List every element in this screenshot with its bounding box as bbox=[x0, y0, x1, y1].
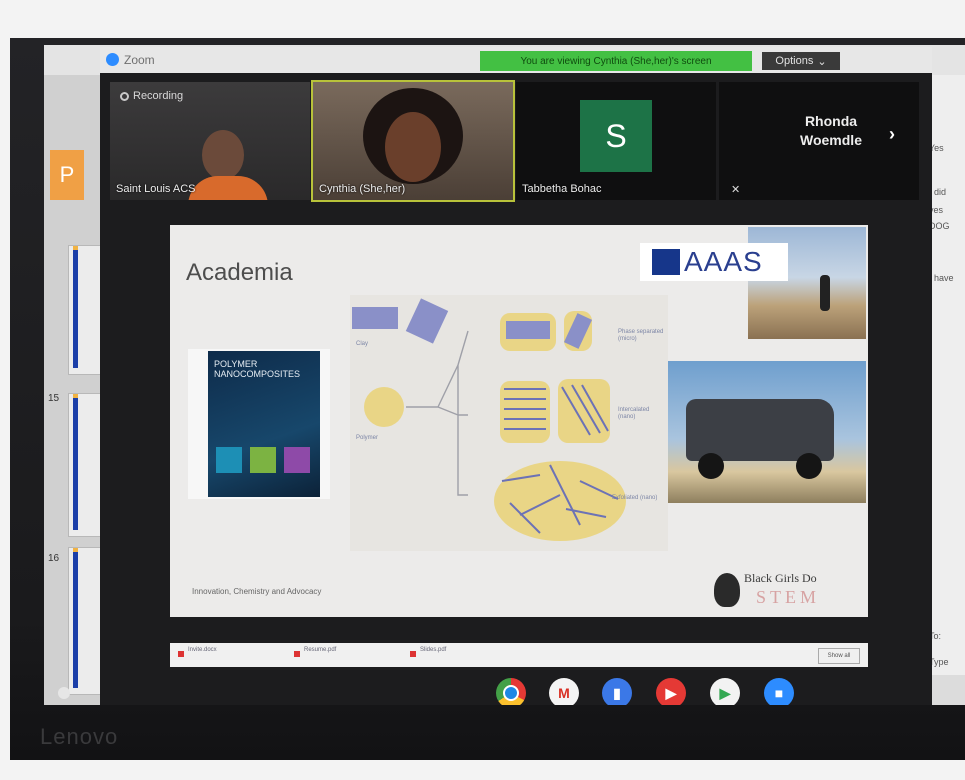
options-label: Options bbox=[775, 55, 814, 67]
laptop-brand: Lenovo bbox=[40, 724, 119, 749]
chrome-icon[interactable] bbox=[496, 678, 526, 705]
person-figure bbox=[820, 275, 830, 311]
download-filename: Slides.pdf bbox=[420, 647, 447, 653]
participant-video bbox=[202, 130, 244, 180]
truck-wheel bbox=[698, 453, 724, 479]
participant-name: Tabbetha Bohac bbox=[522, 183, 602, 195]
diagram-label: Phase separated (micro) bbox=[618, 329, 664, 342]
download-item[interactable]: Invite.docx bbox=[176, 647, 286, 663]
play-store-icon[interactable]: ▶ bbox=[710, 678, 740, 705]
diagram-label: Polymer bbox=[356, 435, 379, 441]
participant-name: Rhonda Woemdle bbox=[800, 113, 862, 148]
truck-photo bbox=[668, 361, 866, 503]
chat-message: I have bbox=[929, 273, 954, 283]
participant-tile[interactable]: Rhonda Woemdle › ✕ bbox=[719, 82, 919, 200]
cover-tile bbox=[250, 447, 276, 473]
photo-frame: P 15 16 Yes I did yes DOG I have To: Typ… bbox=[10, 38, 965, 760]
diagram-label: Exfoliated (nano) bbox=[612, 495, 658, 501]
zoom-window: Zoom You are viewing Cynthia (She,her)'s… bbox=[100, 47, 932, 705]
participant-tile[interactable]: S Tabbetha Bohac bbox=[516, 82, 716, 200]
book-image: POLYMER NANOCOMPOSITES bbox=[188, 349, 330, 499]
zoom-logo-icon bbox=[106, 53, 119, 66]
downloads-bar: Invite.docx Resume.pdf Slides.pdf Show a… bbox=[170, 643, 868, 667]
cover-tile bbox=[216, 447, 242, 473]
bgds-logo-text: STEM bbox=[756, 587, 821, 607]
slide-number: 16 bbox=[48, 553, 60, 564]
recording-label: Recording bbox=[133, 90, 184, 102]
download-filename: Resume.pdf bbox=[304, 647, 337, 653]
black-girls-do-stem-logo: Black Girls Do STEM bbox=[710, 565, 860, 613]
download-item[interactable]: Resume.pdf bbox=[292, 647, 402, 663]
chat-message: DOG bbox=[929, 221, 950, 231]
participant-tile-active-speaker[interactable]: Cynthia (She,her) bbox=[311, 80, 515, 202]
slide-thumbnail-rail: P 15 16 bbox=[44, 75, 110, 705]
view-options-button[interactable]: Options ⌄ bbox=[762, 52, 840, 70]
mic-muted-icon: ✕ bbox=[731, 184, 741, 196]
pdf-file-icon bbox=[410, 651, 416, 657]
zoom-icon[interactable]: ■ bbox=[764, 678, 794, 705]
slide-footer: Innovation, Chemistry and Advocacy bbox=[192, 587, 322, 596]
show-all-button[interactable]: Show all bbox=[818, 648, 860, 664]
book-title: POLYMER NANOCOMPOSITES bbox=[214, 359, 301, 379]
aaas-logo-text: AAAS bbox=[684, 246, 763, 277]
aaas-mark-icon bbox=[652, 249, 680, 275]
bgds-silhouette-icon bbox=[714, 573, 740, 607]
screen-share-banner: You are viewing Cynthia (She,her)'s scre… bbox=[480, 51, 752, 71]
record-icon bbox=[120, 91, 129, 101]
truck-wheel bbox=[796, 453, 822, 479]
cover-tile bbox=[284, 447, 310, 473]
download-filename: Invite.docx bbox=[188, 647, 217, 653]
laptop-screen: P 15 16 Yes I did yes DOG I have To: Typ… bbox=[44, 45, 965, 705]
pdf-file-icon bbox=[178, 651, 184, 657]
app-badge: P bbox=[50, 150, 84, 200]
pdf-file-icon bbox=[294, 651, 300, 657]
slide-title: Academia bbox=[186, 259, 293, 286]
recording-indicator: Recording bbox=[120, 90, 183, 102]
gmail-icon[interactable]: M bbox=[549, 678, 579, 705]
os-shelf: M ▮ ▶ ▶ ■ bbox=[44, 678, 965, 705]
participant-video bbox=[188, 176, 268, 200]
diagram-label: Clay bbox=[356, 341, 369, 347]
aaas-logo: AAAS bbox=[640, 243, 788, 281]
download-item[interactable]: Slides.pdf bbox=[408, 647, 518, 663]
chevron-down-icon: ⌄ bbox=[817, 55, 827, 68]
zoom-titlebar: Zoom You are viewing Cynthia (She,her)'s… bbox=[100, 47, 932, 73]
docs-icon[interactable]: ▮ bbox=[602, 678, 632, 705]
truck-body bbox=[686, 399, 834, 461]
bgds-logo-text: Black Girls Do bbox=[744, 571, 817, 585]
youtube-icon[interactable]: ▶ bbox=[656, 678, 686, 705]
participant-name: Saint Louis ACS bbox=[116, 183, 196, 195]
book-cover: POLYMER NANOCOMPOSITES bbox=[208, 351, 320, 497]
window-title: Zoom bbox=[124, 53, 155, 67]
participant-video bbox=[385, 112, 441, 182]
launcher-button[interactable] bbox=[58, 687, 70, 699]
chevron-right-icon[interactable]: › bbox=[889, 124, 895, 145]
avatar: S bbox=[580, 100, 652, 172]
nanocomposite-diagram: Phase separated (micro) Intercalated (na… bbox=[350, 295, 668, 551]
slide-number: 15 bbox=[48, 393, 60, 404]
diagram-label: Intercalated (nano) bbox=[618, 407, 650, 420]
participant-name: Cynthia (She,her) bbox=[319, 183, 406, 195]
participant-tile[interactable]: Recording Saint Louis ACS bbox=[110, 82, 310, 200]
shared-slide: Academia AAAS POLYMER NANOCOMPOSITES Pha… bbox=[170, 225, 868, 617]
